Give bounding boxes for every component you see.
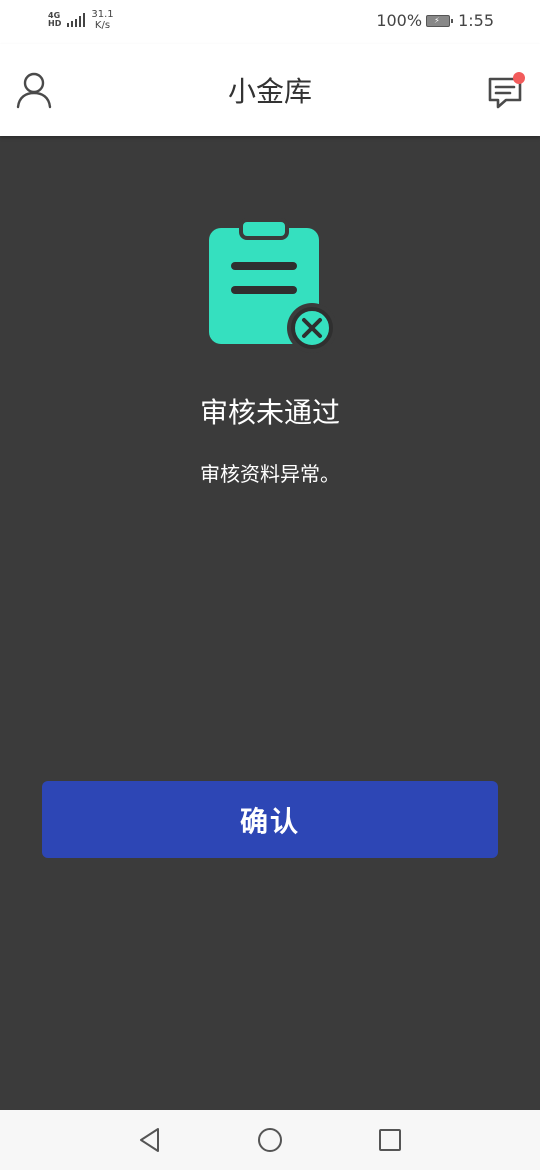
page-title: 小金库	[227, 75, 312, 108]
result-description: 审核资料异常。	[200, 462, 340, 486]
clock: 1:55	[458, 11, 494, 30]
network-indicator: 4G HD	[48, 12, 61, 28]
system-nav-bar	[0, 1110, 540, 1170]
result-title: 审核未通过	[199, 396, 340, 429]
screen: 4G HD 31.1 K/s 100% ⚡ 1:55 小金库 审核未通过 审核资…	[0, 0, 540, 1170]
home-circle-icon[interactable]	[255, 1125, 285, 1155]
recent-square-icon[interactable]	[375, 1125, 405, 1155]
message-icon[interactable]	[486, 72, 526, 112]
status-bar: 4G HD 31.1 K/s 100% ⚡ 1:55	[0, 0, 540, 44]
unread-badge	[513, 72, 525, 84]
back-triangle-icon[interactable]	[135, 1125, 165, 1155]
speed-unit: K/s	[94, 20, 111, 31]
network-sub: HD	[48, 19, 62, 28]
app-header: 小金库	[0, 44, 540, 136]
battery-percent: 100%	[376, 11, 423, 30]
clipboard-rejected-icon	[205, 218, 337, 353]
signal-icon	[67, 13, 86, 27]
speed-value: 31.1	[91, 9, 114, 20]
battery-icon: ⚡	[426, 14, 454, 27]
confirm-button[interactable]: 确认	[42, 781, 498, 858]
network-speed: 31.1 K/s	[91, 9, 113, 31]
status-right: 100% ⚡ 1:55	[376, 11, 494, 30]
status-left: 4G HD 31.1 K/s	[48, 9, 114, 31]
